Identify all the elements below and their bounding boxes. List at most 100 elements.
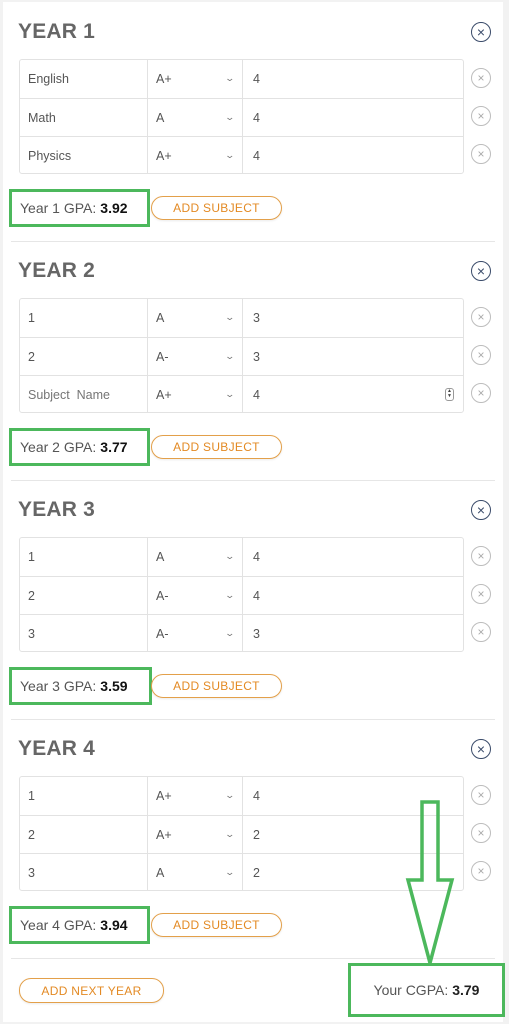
credits-value: 4 — [253, 110, 260, 125]
remove-subject-icon[interactable]: × — [471, 785, 491, 805]
number-spinner-icon[interactable]: ▲ ▼ — [445, 388, 454, 401]
add-next-year-button[interactable]: ADD NEXT YEAR — [19, 978, 164, 1003]
subject-table: English A+ ⌄ 4 Math A ⌄ 4 Physics A+ ⌄ 4 — [19, 59, 464, 174]
grade-select[interactable]: A+ ⌄ — [148, 816, 243, 853]
subject-name-field[interactable]: 3 — [20, 615, 148, 652]
subject-name-field[interactable]: 1 — [20, 299, 148, 337]
credits-value: 3 — [253, 626, 260, 641]
remove-subject-icon[interactable]: × — [471, 823, 491, 843]
year-gpa-label: Year 4 GPA: — [20, 917, 97, 933]
remove-subject-icon[interactable]: × — [471, 106, 491, 126]
remove-subject-icon[interactable]: × — [471, 584, 491, 604]
add-subject-button[interactable]: ADD SUBJECT — [151, 196, 282, 220]
grade-select[interactable]: A+ ⌄ — [148, 60, 243, 98]
subject-name: Math — [28, 110, 56, 125]
remove-subject-icon[interactable]: × — [471, 307, 491, 327]
grade-value: A+ — [156, 789, 172, 803]
credits-input[interactable]: 3 — [243, 615, 463, 652]
remove-year-icon[interactable]: × — [471, 261, 491, 281]
credits-input[interactable]: 3 — [243, 338, 463, 375]
down-arrow-icon — [405, 800, 455, 965]
subject-name-field[interactable]: Math — [20, 99, 148, 136]
grade-select[interactable]: A+ ⌄ — [148, 777, 243, 815]
credits-input[interactable]: 4 — [243, 137, 463, 174]
remove-subject-icon[interactable]: × — [471, 383, 491, 403]
grade-select[interactable]: A ⌄ — [148, 854, 243, 891]
year-divider — [11, 719, 495, 720]
credits-value: 2 — [253, 827, 260, 842]
subject-name-field[interactable]: 1 — [20, 777, 148, 815]
subject-name-field[interactable]: Physics — [20, 137, 148, 174]
subject-row: 1 A ⌄ 3 — [20, 299, 463, 337]
grade-value: A — [156, 865, 165, 880]
grade-select[interactable]: A ⌄ — [148, 538, 243, 576]
subject-name-field[interactable]: 3 — [20, 854, 148, 891]
grade-value: A — [156, 311, 165, 325]
subject-name-field[interactable]: 2 — [20, 816, 148, 853]
grade-select[interactable]: A+ ⌄ — [148, 376, 243, 413]
year-title: YEAR 3 — [18, 498, 96, 521]
remove-year-icon[interactable]: × — [471, 739, 491, 759]
year-gpa-highlight: Year 4 GPA: 3.94 — [9, 906, 150, 944]
credits-value: 4 — [253, 148, 260, 163]
remove-subject-icon[interactable]: × — [471, 68, 491, 88]
grade-value: A+ — [156, 827, 172, 842]
subject-name-field[interactable]: 2 — [20, 338, 148, 375]
remove-year-icon[interactable]: × — [471, 22, 491, 42]
chevron-down-icon: ⌄ — [224, 867, 236, 877]
chevron-down-icon: ⌄ — [224, 312, 236, 322]
chevron-down-icon: ⌄ — [224, 790, 236, 800]
remove-subject-icon[interactable]: × — [471, 622, 491, 642]
subject-row: 3 A- ⌄ 3 — [20, 614, 463, 652]
credits-input[interactable]: 4 — [243, 577, 463, 614]
grade-select[interactable]: A- ⌄ — [148, 577, 243, 614]
grade-value: A+ — [156, 148, 172, 163]
chevron-down-icon: ⌄ — [224, 389, 236, 399]
remove-subject-icon[interactable]: × — [471, 861, 491, 881]
chevron-down-icon: ⌄ — [224, 112, 236, 122]
subject-name: 2 — [28, 349, 35, 364]
subject-row: 3 A ⌄ 2 — [20, 853, 463, 891]
cgpa-label: Your CGPA: — [373, 982, 449, 998]
remove-subject-icon[interactable]: × — [471, 144, 491, 164]
grade-select[interactable]: A ⌄ — [148, 299, 243, 337]
credits-value: 2 — [253, 865, 260, 880]
subject-name: 2 — [28, 827, 35, 842]
credits-value: 3 — [253, 311, 260, 325]
subject-table: 1 A ⌄ 3 2 A- ⌄ 3 Subject Name A+ ⌄ 4 ▲ ▼ — [19, 298, 464, 413]
grade-select[interactable]: A- ⌄ — [148, 615, 243, 652]
subject-row: A+ ⌄ 4 ▲▼ — [20, 375, 463, 413]
subject-row: 1 A ⌄ 4 — [20, 538, 463, 576]
cgpa-value: 3.79 — [452, 982, 480, 998]
year-title: YEAR 2 — [18, 259, 96, 282]
subject-name-field[interactable]: English — [20, 60, 148, 98]
subject-name-field[interactable] — [20, 376, 148, 413]
chevron-down-icon: ⌄ — [224, 351, 236, 361]
subject-name-field[interactable]: 2 — [20, 577, 148, 614]
add-subject-button[interactable]: ADD SUBJECT — [151, 913, 282, 937]
subject-name-input[interactable] — [28, 387, 138, 402]
credits-input[interactable]: 4 — [243, 99, 463, 136]
year-gpa-label: Year 2 GPA: — [20, 439, 97, 455]
grade-select[interactable]: A- ⌄ — [148, 338, 243, 375]
year-divider — [11, 480, 495, 481]
credits-input[interactable]: 4 — [243, 60, 463, 98]
remove-year-icon[interactable]: × — [471, 500, 491, 520]
year-gpa-value: 3.77 — [100, 439, 128, 455]
credits-input[interactable]: 4 ▲ ▼ — [243, 376, 463, 413]
chevron-down-icon: ⌄ — [224, 551, 236, 561]
subject-name: 3 — [28, 865, 35, 880]
grade-select[interactable]: A ⌄ — [148, 99, 243, 136]
subject-name-field[interactable]: 1 — [20, 538, 148, 576]
remove-subject-icon[interactable]: × — [471, 345, 491, 365]
remove-subject-icon[interactable]: × — [471, 546, 491, 566]
add-subject-button[interactable]: ADD SUBJECT — [151, 674, 282, 698]
credits-input[interactable]: 3 — [243, 299, 463, 337]
subject-row: Math A ⌄ 4 — [20, 98, 463, 136]
grade-select[interactable]: A+ ⌄ — [148, 137, 243, 174]
add-subject-button[interactable]: ADD SUBJECT — [151, 435, 282, 459]
subject-name: Physics — [28, 148, 72, 163]
subject-name: 1 — [28, 789, 35, 803]
credits-input[interactable]: 4 — [243, 538, 463, 576]
subject-name: 2 — [28, 588, 35, 603]
